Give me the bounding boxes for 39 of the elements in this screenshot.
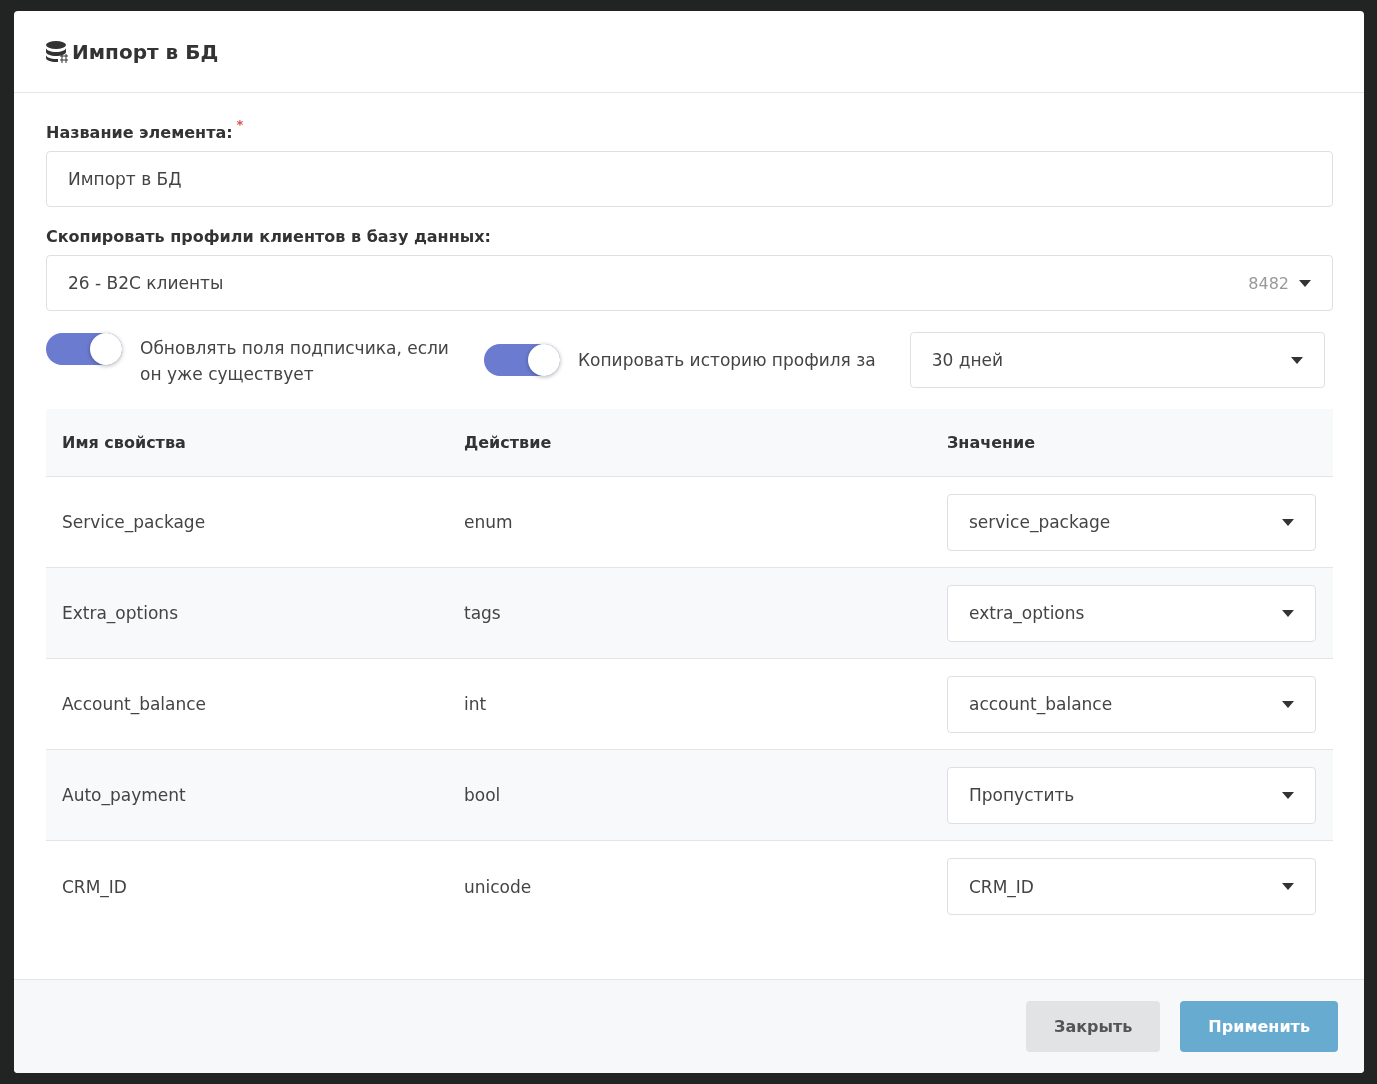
column-header: Значение — [947, 433, 1037, 452]
value-select[interactable]: service_package — [947, 493, 1316, 551]
caret-icon — [1282, 700, 1294, 708]
database-select[interactable]: 26 - B2C клиенты 8482 — [46, 255, 1333, 311]
caret-icon — [1282, 883, 1294, 890]
table-cell-text: CRM_ID — [62, 876, 128, 897]
close-button[interactable]: Закрыть — [1026, 1001, 1161, 1052]
count-label: 8482 — [1248, 273, 1289, 293]
value-select[interactable]: CRM_ID — [947, 858, 1316, 915]
caret-icon — [1290, 356, 1303, 364]
caret-icon — [1299, 279, 1311, 287]
period-select[interactable]: 30 дней — [909, 332, 1325, 388]
caret-icon — [1282, 791, 1294, 799]
name-field[interactable]: Импорт в БД — [46, 151, 1333, 207]
column-header: Имя свойства — [62, 433, 187, 452]
caret-icon — [1282, 518, 1294, 526]
table-cell-text: int — [464, 694, 488, 714]
required-mark: * — [236, 117, 244, 134]
value-select[interactable]: extra_options — [947, 584, 1316, 642]
database-icon — [46, 40, 68, 63]
table-cell-text: Service_package — [62, 512, 207, 532]
field-label: Название элемента: — [46, 123, 233, 142]
field-label: Скопировать профили клиентов в базу данных: — [46, 227, 491, 246]
table-cell-text: tags — [464, 603, 502, 623]
dialog-title: Импорт в БД — [72, 39, 219, 64]
value-select[interactable]: Пропустить — [947, 766, 1316, 824]
caret-icon — [1282, 609, 1294, 617]
toggle-label: Копировать историю профиля за — [578, 349, 876, 372]
column-header: Действие — [464, 433, 553, 452]
table-cell-text: unicode — [464, 876, 533, 897]
table-cell-text: Auto_payment — [62, 785, 187, 805]
value-select[interactable]: account_balance — [947, 675, 1316, 733]
table-cell-text: Extra_options — [62, 603, 179, 623]
table-cell-text: bool — [464, 785, 502, 805]
toggle-switch[interactable] — [46, 333, 122, 365]
table-cell-text: Account_balance — [62, 694, 208, 714]
toggle-label: Обновлять поля подписчика, если он уже существует — [140, 337, 450, 386]
table-cell-text: enum — [464, 512, 514, 532]
toggle-switch[interactable] — [484, 344, 560, 376]
